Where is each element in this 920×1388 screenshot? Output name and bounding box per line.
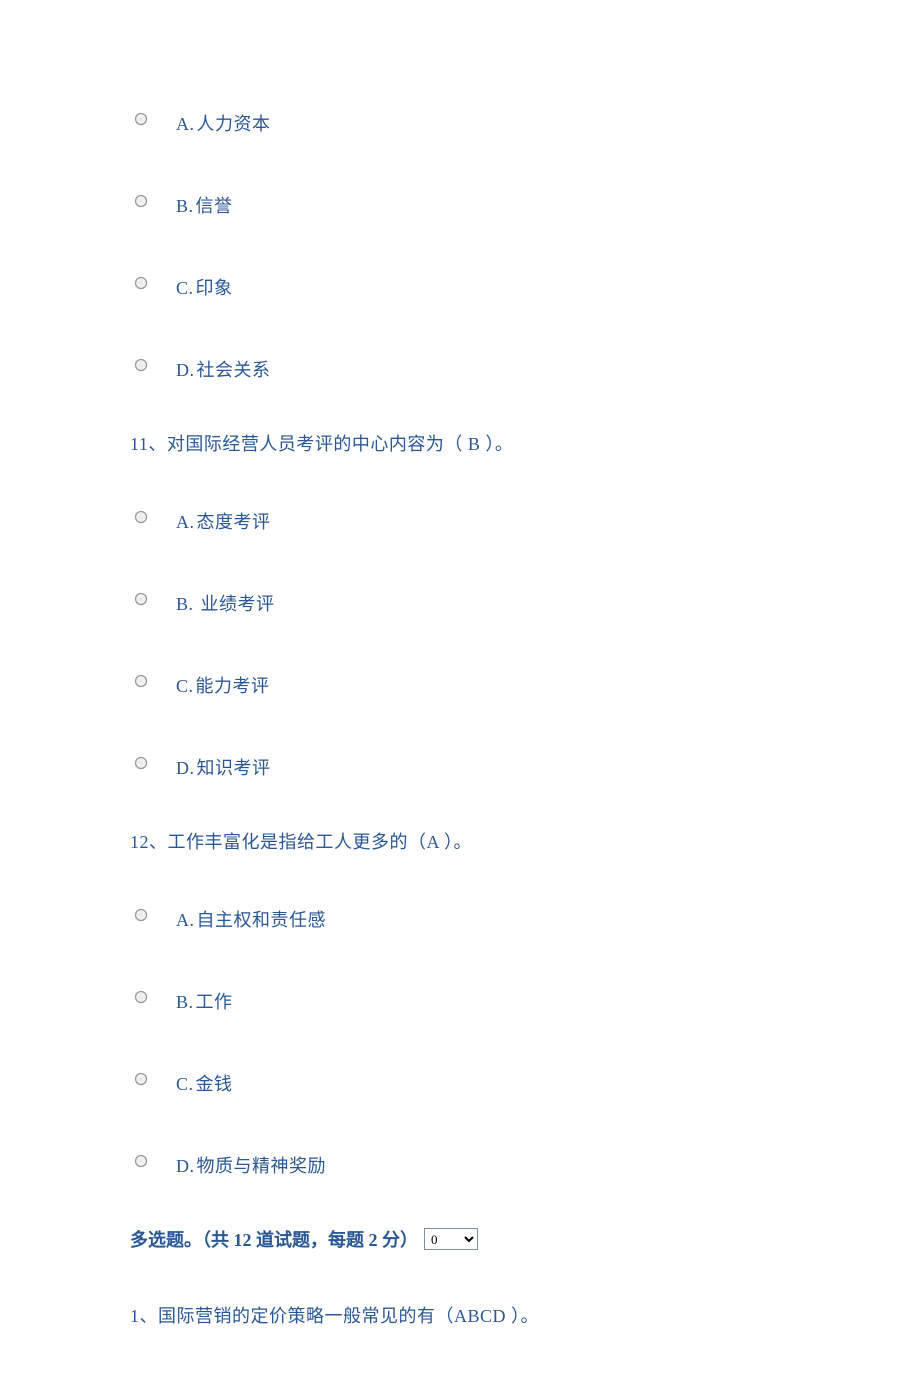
option-text: B.信誉 xyxy=(176,192,233,218)
option-row: D.物质与精神奖励 xyxy=(130,1152,790,1178)
option-row: A.态度考评 xyxy=(130,508,790,534)
option-text: B. 业绩考评 xyxy=(176,590,275,616)
option-text: A.自主权和责任感 xyxy=(176,906,326,932)
option-row: A.自主权和责任感 xyxy=(130,906,790,932)
radio-icon[interactable] xyxy=(134,990,148,1004)
radio-icon[interactable] xyxy=(134,112,148,126)
section-title: 多选题。（共 12 道试题，每题 2 分） xyxy=(130,1226,418,1252)
option-text: C.金钱 xyxy=(176,1070,233,1096)
radio-icon[interactable] xyxy=(134,1154,148,1168)
option-row: C.金钱 xyxy=(130,1070,790,1096)
radio-icon[interactable] xyxy=(134,908,148,922)
radio-icon[interactable] xyxy=(134,276,148,290)
document-content: A.人力资本 B.信誉 C.印象 D.社会关系 11、对国际经营人员考评的中心内… xyxy=(0,0,920,1388)
score-select[interactable]: 0 xyxy=(424,1228,478,1250)
option-row: B. 业绩考评 xyxy=(130,590,790,616)
option-row: D.社会关系 xyxy=(130,356,790,382)
option-row: A.人力资本 xyxy=(130,110,790,136)
radio-icon[interactable] xyxy=(134,510,148,524)
question-text: 11、对国际经营人员考评的中心内容为（ B ）。 xyxy=(130,430,790,456)
radio-icon[interactable] xyxy=(134,592,148,606)
option-row: B.工作 xyxy=(130,988,790,1014)
option-text: B.工作 xyxy=(176,988,233,1014)
option-row: C.能力考评 xyxy=(130,672,790,698)
radio-icon[interactable] xyxy=(134,756,148,770)
question-text: 12、工作丰富化是指给工人更多的（A ）。 xyxy=(130,828,790,854)
option-text: D.物质与精神奖励 xyxy=(176,1152,326,1178)
radio-icon[interactable] xyxy=(134,358,148,372)
option-row: D.知识考评 xyxy=(130,754,790,780)
option-text: D.社会关系 xyxy=(176,356,271,382)
question-text: 1、国际营销的定价策略一般常见的有（ABCD ）。 xyxy=(130,1302,790,1328)
option-text: C.印象 xyxy=(176,274,233,300)
option-text: C.能力考评 xyxy=(176,672,270,698)
option-text: D.知识考评 xyxy=(176,754,271,780)
radio-icon[interactable] xyxy=(134,194,148,208)
radio-icon[interactable] xyxy=(134,1072,148,1086)
option-text: A.态度考评 xyxy=(176,508,271,534)
section-header-row: 多选题。（共 12 道试题，每题 2 分） 0 xyxy=(130,1226,790,1252)
option-row: C.印象 xyxy=(130,274,790,300)
radio-icon[interactable] xyxy=(134,674,148,688)
option-text: A.人力资本 xyxy=(176,110,271,136)
option-row: B.信誉 xyxy=(130,192,790,218)
